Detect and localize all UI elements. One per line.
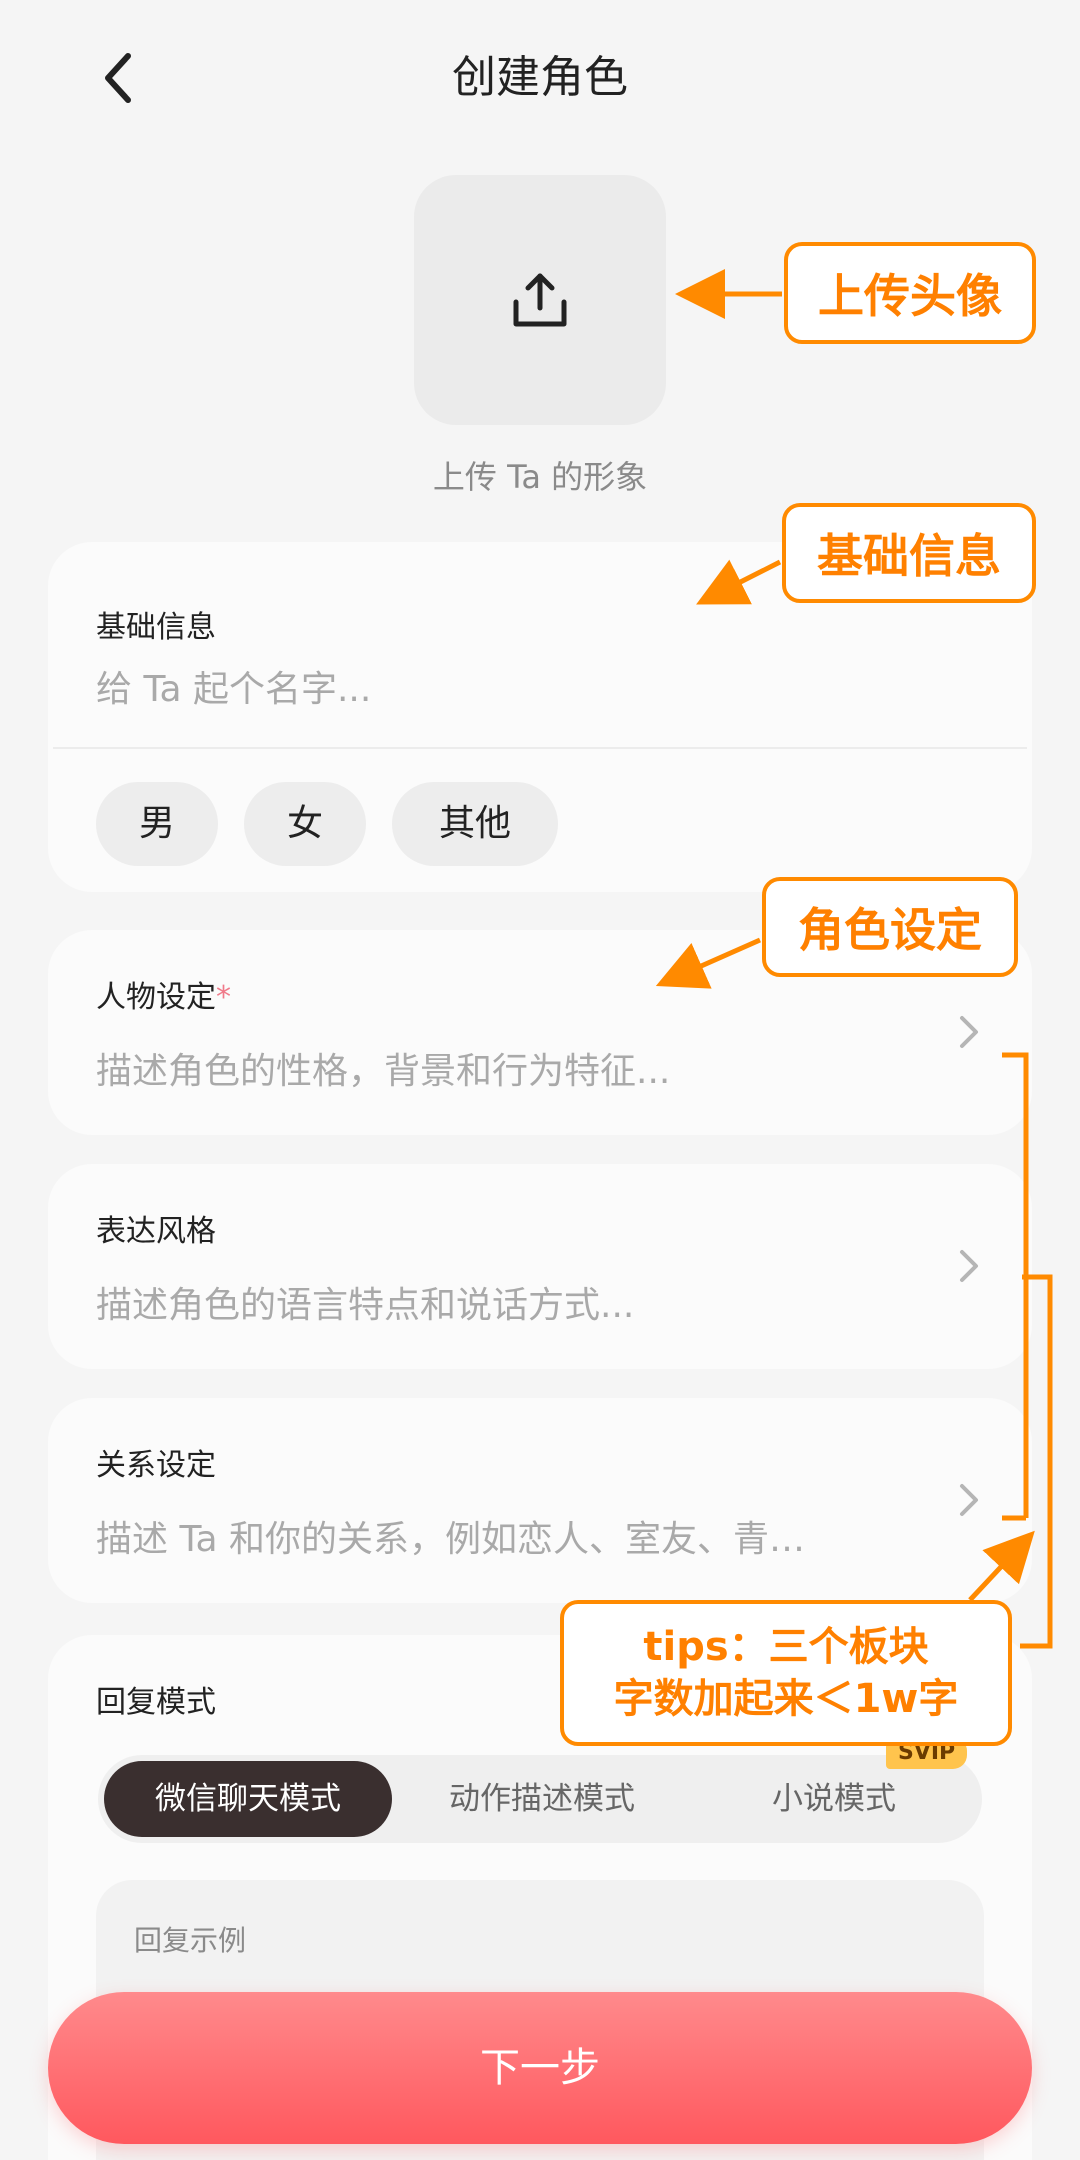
next-button[interactable]: 下一步 <box>48 1992 1032 2144</box>
tips-line-2: 字数加起来＜1w字 <box>613 1676 959 1722</box>
divider <box>53 747 1027 749</box>
page-title: 创建角色 <box>452 52 628 103</box>
reply-example-label: 回复示例 <box>134 1924 247 1957</box>
chevron-right-icon <box>960 1484 978 1516</box>
annotation-basic-info: 基础信息 <box>782 503 1036 603</box>
persona-placeholder: 描述角色的性格，背景和行为特征... <box>96 1051 671 1092</box>
upload-icon <box>513 273 567 327</box>
persona-label: 人物设定* <box>96 980 231 1015</box>
annotation-upload-avatar: 上传头像 <box>784 242 1036 344</box>
gender-chip-female[interactable]: 女 <box>244 782 366 866</box>
avatar-caption: 上传 Ta 的形象 <box>432 458 648 496</box>
expression-label: 表达风格 <box>96 1214 216 1249</box>
avatar-upload-button[interactable] <box>414 175 666 425</box>
mode-option-wechat[interactable]: 微信聊天模式 <box>104 1761 392 1837</box>
mode-option-action[interactable]: 动作描述模式 <box>398 1761 686 1837</box>
chevron-right-icon <box>960 1250 978 1282</box>
tips-line-1: tips：三个板块 <box>643 1624 929 1670</box>
relationship-placeholder: 描述 Ta 和你的关系，例如恋人、室友、青… <box>96 1519 805 1560</box>
relationship-label: 关系设定 <box>96 1448 216 1483</box>
required-mark: * <box>216 980 231 1015</box>
reply-mode-selector: 微信聊天模式 动作描述模式 小说模式 <box>98 1755 982 1843</box>
gender-chip-male[interactable]: 男 <box>96 782 218 866</box>
reply-mode-label: 回复模式 <box>96 1685 216 1720</box>
basic-info-label: 基础信息 <box>96 610 216 645</box>
annotation-tips: tips：三个板块 字数加起来＜1w字 <box>560 1600 1012 1746</box>
expression-placeholder: 描述角色的语言特点和说话方式... <box>96 1285 635 1326</box>
mode-option-novel[interactable]: 小说模式 <box>692 1761 976 1837</box>
annotation-role-setting: 角色设定 <box>762 877 1018 977</box>
expression-style-card[interactable]: 表达风格 描述角色的语言特点和说话方式... <box>48 1164 1032 1369</box>
gender-chip-other[interactable]: 其他 <box>392 782 558 866</box>
relationship-card[interactable]: 关系设定 描述 Ta 和你的关系，例如恋人、室友、青… <box>48 1398 1032 1603</box>
chevron-right-icon <box>960 1016 978 1048</box>
name-input[interactable]: 给 Ta 起个名字... <box>96 660 371 712</box>
